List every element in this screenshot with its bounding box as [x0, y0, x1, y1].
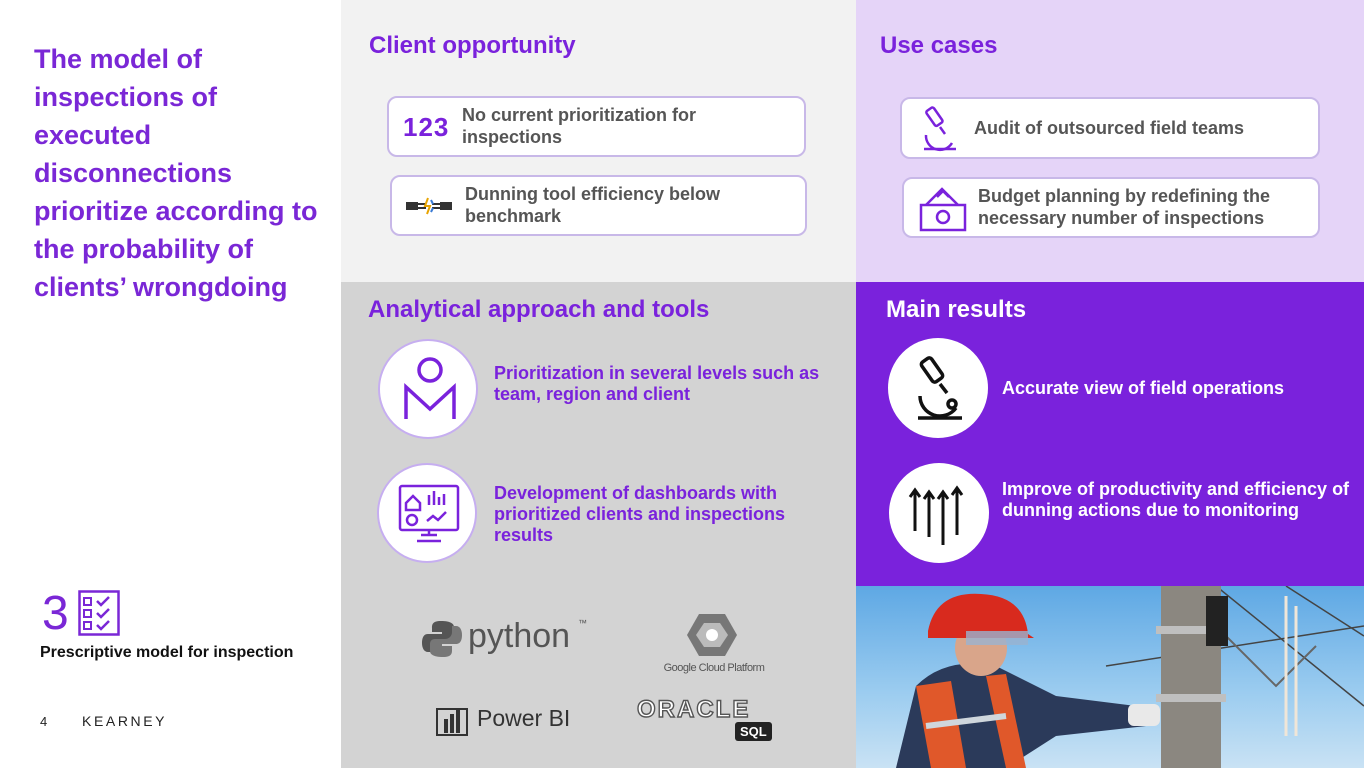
connection-plug-icon — [406, 197, 452, 215]
microscope-icon — [924, 106, 956, 152]
arrows-up-icon — [908, 485, 964, 545]
user-levels-icon — [404, 357, 456, 419]
python-icon — [422, 621, 462, 657]
oracle-logo: ORACLE SQL — [636, 695, 777, 744]
money-budget-icon — [919, 187, 967, 232]
powerbi-logo: Power BI — [435, 703, 585, 739]
use-cases-panel: Use cases Audit of outsourced field team… — [856, 0, 1364, 282]
python-tm: ™ — [578, 618, 587, 628]
use-case-text: Audit of outsourced field teams — [974, 118, 1245, 138]
main-results-panel: Main results Accurate view of field oper… — [856, 282, 1364, 586]
brand-logo: KEARNEY — [82, 713, 168, 729]
oracle-label: ORACLE — [636, 695, 751, 723]
analytical-approach-title: Analytical approach and tools — [368, 296, 710, 323]
client-opportunity-title: Client opportunity — [369, 32, 576, 59]
use-cases-title: Use cases — [880, 32, 998, 59]
sql-badge: SQL — [735, 722, 772, 741]
opportunity-card: 123 No current prioritization for inspec… — [387, 96, 806, 157]
gcp-label: Google Cloud Platform — [663, 662, 765, 674]
python-logo: python ™ — [421, 616, 591, 660]
page-title: The model of inspections of executed dis… — [34, 44, 318, 302]
result-icon-circle — [889, 463, 989, 563]
model-label: Prescriptive model for inspection — [40, 644, 294, 661]
opportunity-text: Dunning tool efficiency below benchmark — [465, 184, 721, 226]
use-case-text: Budget planning by redefining the necess… — [978, 186, 1270, 228]
opportunity-text: No current prioritization for inspection… — [462, 105, 696, 147]
gcp-logo: Google Cloud Platform — [647, 612, 777, 678]
analytical-approach-panel: Analytical approach and tools Prioritiza… — [341, 282, 856, 768]
page-number: 4 — [40, 714, 48, 729]
approach-icon-circle — [378, 339, 478, 439]
dashboard-monitor-icon — [398, 484, 460, 543]
opportunity-card: Dunning tool efficiency below benchmark — [390, 175, 807, 236]
field-worker-illustration — [896, 586, 1364, 768]
powerbi-icon — [436, 708, 468, 736]
result-text: Accurate view of field operations — [1002, 378, 1285, 398]
gcp-icon — [687, 614, 737, 656]
microscope-icon — [918, 356, 962, 420]
model-number: 3 — [42, 587, 69, 640]
approach-icon-circle — [377, 463, 477, 563]
main-results-title: Main results — [886, 296, 1027, 323]
client-opportunity-panel: Client opportunity 123 No current priori… — [341, 0, 856, 282]
result-text: Improve of productivity and efficiency o… — [1002, 479, 1350, 520]
powerbi-label: Power BI — [477, 705, 571, 731]
use-case-card: Audit of outsourced field teams — [900, 97, 1320, 159]
approach-text: Prioritization in several levels such as… — [494, 363, 820, 404]
field-worker-photo — [856, 586, 1364, 768]
numbers-123-icon: 123 — [403, 112, 450, 142]
approach-text: Development of dashboards with prioritiz… — [494, 483, 786, 545]
use-case-card: Budget planning by redefining the necess… — [902, 177, 1320, 238]
result-icon-circle — [888, 338, 988, 438]
checklist-icon — [78, 590, 120, 636]
python-label: python — [468, 617, 571, 655]
